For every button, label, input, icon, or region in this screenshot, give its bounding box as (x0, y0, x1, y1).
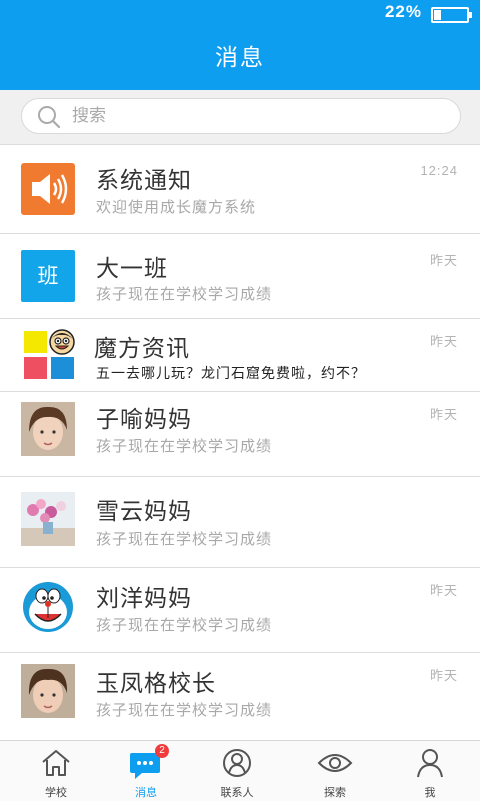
message-preview: 五一去哪儿玩？龙门石窟免费啦，约不？ (96, 366, 366, 382)
tab-label: 消息 (135, 786, 157, 799)
message-preview: 孩子现在在学校学习成绩 (96, 530, 273, 548)
tab-label: 学校 (45, 786, 67, 799)
message-time: 昨天 (429, 407, 458, 422)
tab-messages[interactable]: 2 消息 (98, 741, 194, 801)
tab-explore[interactable]: 探索 (287, 741, 383, 801)
contacts-icon (223, 749, 251, 777)
search-box[interactable] (21, 98, 461, 134)
doraemon-photo (19, 578, 77, 636)
tab-label: 探索 (324, 786, 346, 799)
user-photo (21, 402, 75, 456)
tab-school[interactable]: 学校 (8, 741, 104, 801)
flowers-photo (21, 492, 75, 546)
list-item[interactable]: 系统通知 欢迎使用成长魔方系统 12:24 (0, 145, 480, 234)
class-avatar-text: 班 (37, 264, 59, 288)
message-preview: 孩子现在在学校学习成绩 (96, 701, 273, 719)
user-photo (21, 664, 75, 718)
search-bar-container (0, 90, 480, 145)
search-input[interactable] (72, 103, 442, 129)
message-preview: 孩子现在在学校学习成绩 (96, 285, 273, 303)
message-time: 昨天 (429, 253, 458, 268)
message-time: 昨天 (429, 334, 458, 349)
contact-name: 大一班 (96, 256, 168, 282)
list-item[interactable]: 刘洋妈妈 孩子现在在学校学习成绩 昨天 (0, 568, 480, 653)
message-time: 昨天 (429, 583, 458, 598)
status-bar: 22% (0, 0, 480, 26)
list-item[interactable]: 玉凤格校长 孩子现在在学校学习成绩 昨天 (0, 653, 480, 739)
message-time: 昨天 (429, 668, 458, 683)
contact-name: 魔方资讯 (94, 336, 190, 362)
search-icon (38, 106, 61, 129)
battery-icon (431, 7, 472, 23)
page-title: 消息 (0, 26, 480, 90)
message-preview: 孩子现在在学校学习成绩 (96, 437, 273, 455)
contact-name: 系统通知 (96, 168, 192, 194)
message-preview: 欢迎使用成长魔方系统 (96, 198, 257, 216)
list-item[interactable]: 魔方资讯 五一去哪儿玩？龙门石窟免费啦，约不？ 昨天 (0, 319, 480, 392)
battery-percentage: 22% (384, 2, 422, 21)
unread-badge: 2 (155, 744, 169, 758)
contact-name: 子喻妈妈 (96, 407, 192, 433)
eye-icon (317, 754, 353, 772)
home-icon (42, 750, 70, 776)
contact-name: 刘洋妈妈 (96, 586, 192, 612)
contact-name: 雪云妈妈 (96, 499, 192, 525)
message-preview: 孩子现在在学校学习成绩 (96, 616, 273, 634)
tab-label: 我 (424, 786, 436, 799)
mofang-logo (21, 327, 77, 383)
tab-label: 联系人 (220, 786, 254, 799)
tab-contacts[interactable]: 联系人 (189, 741, 285, 801)
tab-me[interactable]: 我 (382, 741, 478, 801)
list-item[interactable]: 子喻妈妈 孩子现在在学校学习成绩 昨天 (0, 392, 480, 477)
class-avatar: 班 (21, 250, 75, 302)
list-item[interactable]: 班 大一班 孩子现在在学校学习成绩 昨天 (0, 234, 480, 319)
person-icon (417, 749, 443, 778)
bottom-tab-bar: 学校 2 消息 联系人 探索 我 (0, 740, 480, 801)
speaker-icon (21, 163, 75, 215)
list-item[interactable]: 雪云妈妈 孩子现在在学校学习成绩 (0, 477, 480, 568)
contact-name: 玉凤格校长 (96, 671, 216, 697)
message-time: 12:24 (420, 163, 458, 178)
